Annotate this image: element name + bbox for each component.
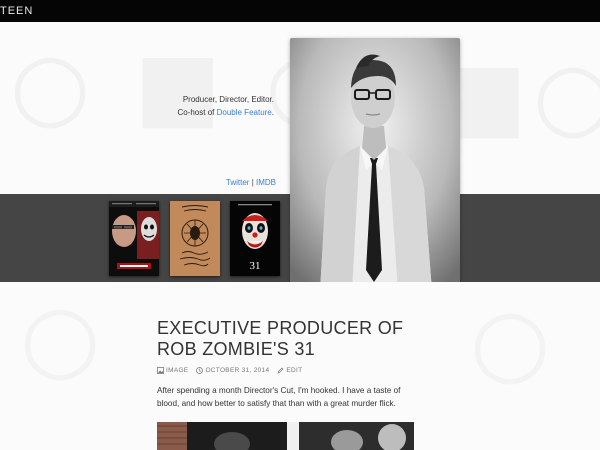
post: EXECUTIVE PRODUCER OF ROB ZOMBIE'S 31 IM… xyxy=(157,318,417,410)
post-date[interactable]: OCTOBER 31, 2014 xyxy=(196,367,269,374)
poster-birthday-massacre[interactable] xyxy=(170,201,220,276)
top-bar: TEEN xyxy=(0,0,600,22)
image-icon xyxy=(157,367,164,374)
post-image-art xyxy=(157,422,414,450)
site-title[interactable]: TEEN xyxy=(0,5,33,17)
poster-31[interactable]: 31 xyxy=(230,201,280,276)
post-format-label: IMAGE xyxy=(166,367,189,374)
content-watermark-left: ○ xyxy=(20,284,101,391)
post-title[interactable]: EXECUTIVE PRODUCER OF ROB ZOMBIE'S 31 xyxy=(157,318,417,360)
portrait-art xyxy=(290,38,460,291)
post-edit[interactable]: EDIT xyxy=(277,367,302,374)
post-edit-label: EDIT xyxy=(286,367,303,374)
pencil-icon xyxy=(277,367,284,374)
post-excerpt: After spending a month Director's Cut, I… xyxy=(157,386,401,408)
double-feature-link[interactable]: Double Feature xyxy=(217,108,272,117)
post-date-label: OCTOBER 31, 2014 xyxy=(205,367,270,374)
imdb-link[interactable]: IMDB xyxy=(256,178,276,187)
portrait-photo xyxy=(290,38,460,291)
content-watermark-right: ○ xyxy=(470,288,551,395)
poster-directors-cut[interactable] xyxy=(109,201,159,276)
social-links: Twitter | IMDB xyxy=(226,178,276,187)
poster-31-art: 31 xyxy=(230,201,280,276)
poster-31-label: 31 xyxy=(250,260,261,272)
cohost-prefix: Co-host of xyxy=(177,108,217,117)
bio-cohost: Co-host of Double Feature. xyxy=(177,106,274,119)
post-image[interactable] xyxy=(157,422,414,450)
clock-icon xyxy=(196,367,204,374)
social-separator: | xyxy=(251,178,254,187)
poster-birthday-massacre-art xyxy=(170,201,220,276)
post-format[interactable]: IMAGE xyxy=(157,367,188,374)
bio: Producer, Director, Editor. Co-host of D… xyxy=(177,93,274,119)
cohost-suffix: . xyxy=(271,108,274,117)
post-meta: IMAGE OCTOBER 31, 2014 EDIT xyxy=(157,367,417,374)
twitter-link[interactable]: Twitter xyxy=(226,178,250,187)
hero-watermark-right: ■○ xyxy=(440,42,600,149)
bio-roles: Producer, Director, Editor. xyxy=(182,95,274,104)
poster-directors-cut-art xyxy=(109,201,159,276)
